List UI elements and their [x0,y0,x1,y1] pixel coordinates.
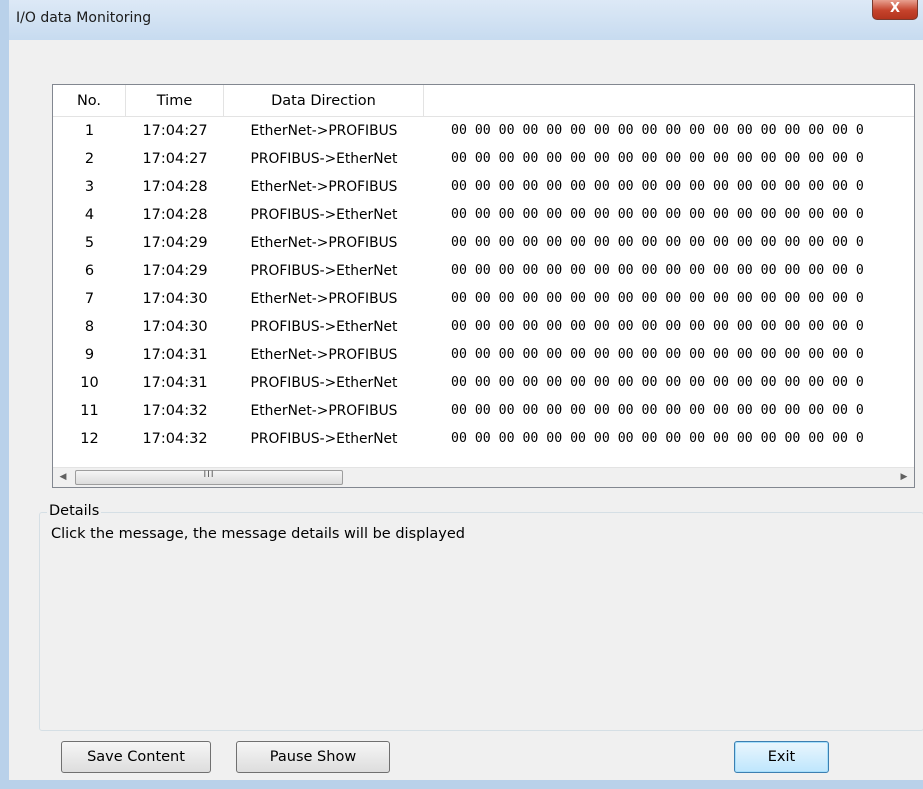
column-header-data[interactable] [424,85,914,117]
horizontal-scrollbar[interactable]: ◀ III ▶ [53,467,914,487]
table-row[interactable]: 12 17:04:32 PROFIBUS->EtherNet 00 00 00 00 … [53,425,914,453]
cell-no: 10 [80,375,99,391]
save-content-button[interactable]: Save Content [61,741,211,773]
details-groupbox [39,512,923,731]
table-row[interactable]: 9 17:04:31 EtherNet->PROFIBUS 00 00 00 00 0… [53,341,914,369]
io-data-list[interactable]: No. Time Data Direction 1 17:04:27 EtherNe… [52,84,915,488]
window-title: I/O data Monitoring [16,10,152,26]
cell-no: 8 [84,319,95,335]
table-row[interactable]: 11 17:04:32 EtherNet->PROFIBUS 00 00 00 00 … [53,397,914,425]
cell-time: 17:04:28 [142,179,208,195]
details-text: Click the message, the message details w… [51,526,465,542]
cell-direction: PROFIBUS->EtherNet [250,375,398,391]
close-button[interactable]: X [872,0,918,20]
cell-data: 00 00 00 00 00 00 00 00 00 00 00 00 00 0… [451,151,864,166]
cell-no: 11 [80,403,99,419]
cell-time: 17:04:28 [142,207,208,223]
cell-time: 17:04:27 [142,123,208,139]
cell-no: 5 [84,235,95,251]
exit-button[interactable]: Exit [734,741,829,773]
grip-icon: III [203,470,215,480]
cell-direction: PROFIBUS->EtherNet [250,319,398,335]
cell-time: 17:04:27 [142,151,208,167]
cell-no: 3 [84,179,95,195]
cell-direction: EtherNet->PROFIBUS [250,123,398,139]
cell-direction: EtherNet->PROFIBUS [250,235,398,251]
cell-time: 17:04:30 [142,291,208,307]
cell-direction: PROFIBUS->EtherNet [250,151,398,167]
table-row[interactable]: 4 17:04:28 PROFIBUS->EtherNet 00 00 00 00 0… [53,201,914,229]
cell-time: 17:04:29 [142,263,208,279]
cell-direction: PROFIBUS->EtherNet [250,207,398,223]
pause-show-button[interactable]: Pause Show [236,741,390,773]
table-row[interactable]: 2 17:04:27 PROFIBUS->EtherNet 00 00 00 00 0… [53,145,914,173]
details-legend: Details [47,503,102,519]
cell-data: 00 00 00 00 00 00 00 00 00 00 00 00 00 0… [451,263,864,278]
cell-data: 00 00 00 00 00 00 00 00 00 00 00 00 00 0… [451,179,864,194]
cell-direction: EtherNet->PROFIBUS [250,403,398,419]
cell-direction: PROFIBUS->EtherNet [250,263,398,279]
io-monitoring-window: I/O data Monitoring X No. Time Data Dire… [0,0,923,789]
cell-direction: EtherNet->PROFIBUS [250,291,398,307]
cell-no: 12 [80,431,99,447]
cell-data: 00 00 00 00 00 00 00 00 00 00 00 00 00 0… [451,207,864,222]
cell-time: 17:04:31 [142,347,208,363]
cell-data: 00 00 00 00 00 00 00 00 00 00 00 00 00 0… [451,319,864,334]
cell-time: 17:04:31 [142,375,208,391]
table-row[interactable]: 6 17:04:29 PROFIBUS->EtherNet 00 00 00 00 0… [53,257,914,285]
cell-time: 17:04:32 [142,403,208,419]
cell-data: 00 00 00 00 00 00 00 00 00 00 00 00 00 0… [451,431,864,446]
scrollbar-thumb[interactable]: III [75,470,343,485]
table-row[interactable]: 3 17:04:28 EtherNet->PROFIBUS 00 00 00 00 0… [53,173,914,201]
table-row[interactable]: 10 17:04:31 PROFIBUS->EtherNet 00 00 00 00 … [53,369,914,397]
table-row[interactable]: 8 17:04:30 PROFIBUS->EtherNet 00 00 00 00 0… [53,313,914,341]
close-icon: X [889,1,901,16]
cell-time: 17:04:30 [142,319,208,335]
scroll-left-arrow-icon[interactable]: ◀ [53,468,73,487]
cell-direction: PROFIBUS->EtherNet [250,431,398,447]
table-row[interactable]: 7 17:04:30 EtherNet->PROFIBUS 00 00 00 00 0… [53,285,914,313]
cell-data: 00 00 00 00 00 00 00 00 00 00 00 00 00 0… [451,403,864,418]
cell-no: 6 [84,263,95,279]
title-bar[interactable]: I/O data Monitoring X [9,0,923,40]
column-header-direction[interactable]: Data Direction [224,85,424,117]
column-header-time[interactable]: Time [126,85,224,117]
cell-time: 17:04:32 [142,431,208,447]
cell-data: 00 00 00 00 00 00 00 00 00 00 00 00 00 0… [451,235,864,250]
cell-direction: EtherNet->PROFIBUS [250,179,398,195]
table-row[interactable]: 5 17:04:29 EtherNet->PROFIBUS 00 00 00 00 0… [53,229,914,257]
cell-no: 1 [84,123,95,139]
cell-data: 00 00 00 00 00 00 00 00 00 00 00 00 00 0… [451,347,864,362]
cell-no: 4 [84,207,95,223]
cell-time: 17:04:29 [142,235,208,251]
cell-data: 00 00 00 00 00 00 00 00 00 00 00 00 00 0… [451,375,864,390]
cell-direction: EtherNet->PROFIBUS [250,347,398,363]
cell-no: 9 [84,347,95,363]
column-header-no[interactable]: No. [53,85,126,117]
cell-data: 00 00 00 00 00 00 00 00 00 00 00 00 00 0… [451,291,864,306]
table-row[interactable]: 1 17:04:27 EtherNet->PROFIBUS 00 00 00 00 0… [53,117,914,145]
cell-no: 7 [84,291,95,307]
cell-no: 2 [84,151,95,167]
scroll-right-arrow-icon[interactable]: ▶ [894,468,914,487]
cell-data: 00 00 00 00 00 00 00 00 00 00 00 00 00 0… [451,123,864,138]
